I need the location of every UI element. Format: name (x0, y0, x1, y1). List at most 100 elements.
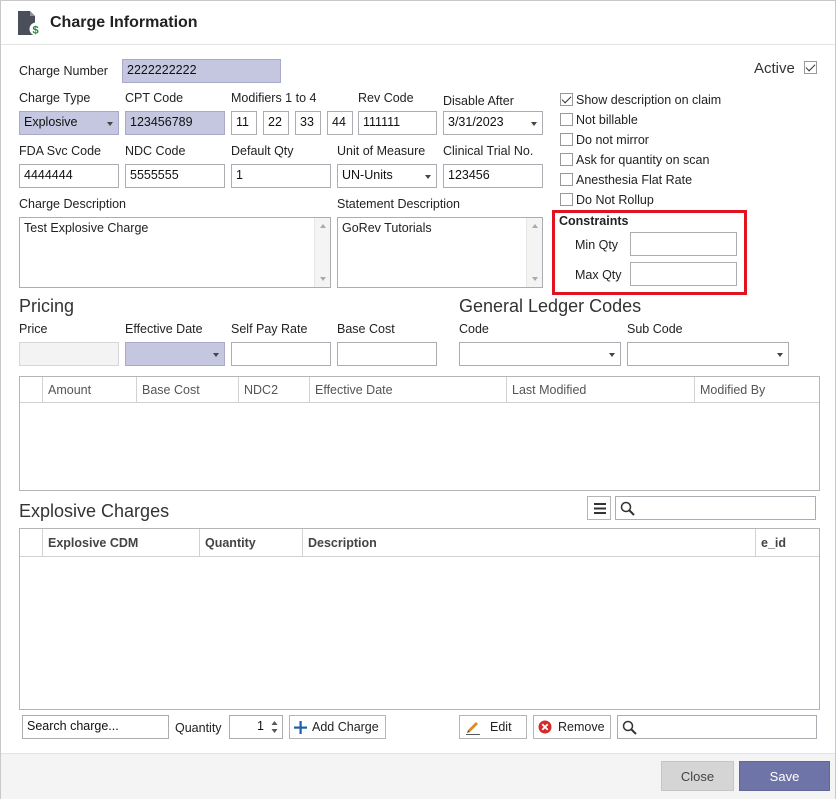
column-header[interactable]: Effective Date (309, 377, 507, 403)
column-header[interactable]: Modified By (694, 377, 819, 403)
stepper-arrows-icon[interactable] (271, 720, 278, 737)
active-checkbox[interactable] (804, 61, 817, 74)
column-header[interactable]: Base Cost (136, 377, 240, 403)
explosive-search-field[interactable] (615, 496, 816, 520)
search-charge-input[interactable]: Search charge... (22, 715, 169, 739)
edit-label: Edit (490, 720, 512, 734)
charge-information-dialog: $ Charge Information Active Charge Numbe… (0, 0, 836, 799)
scrollbar[interactable] (314, 218, 330, 287)
explosive-charges-grid[interactable]: Explosive CDM Quantity Description e_id (19, 528, 820, 710)
do-not-rollup-label[interactable]: Do Not Rollup (576, 193, 654, 207)
price-label: Price (19, 322, 48, 336)
max-qty-field[interactable] (630, 262, 737, 286)
charge-description-textarea[interactable]: Test Explosive Charge (19, 217, 331, 288)
search-icon (620, 501, 635, 519)
column-header[interactable]: e_id (755, 529, 819, 557)
edit-button[interactable]: Edit (459, 715, 527, 739)
quantity-stepper[interactable]: 1 (229, 715, 283, 739)
do-not-rollup-checkbox[interactable] (560, 193, 573, 206)
disable-after-datepicker[interactable]: 3/31/2023 (443, 111, 543, 135)
ask-quantity-checkbox[interactable] (560, 153, 573, 166)
unit-of-measure-select[interactable]: UN-Units (337, 164, 437, 188)
remove-button[interactable]: Remove (533, 715, 611, 739)
charge-type-value: Explosive (24, 115, 78, 129)
statement-description-label: Statement Description (337, 197, 460, 211)
anesthesia-flat-rate-label[interactable]: Anesthesia Flat Rate (576, 173, 692, 187)
modifier-3-field[interactable]: 33 (295, 111, 321, 135)
disable-after-value: 3/31/2023 (448, 115, 504, 129)
save-button[interactable]: Save (739, 761, 830, 791)
show-description-label[interactable]: Show description on claim (576, 93, 721, 107)
close-button[interactable]: Close (661, 761, 734, 791)
unit-of-measure-label: Unit of Measure (337, 144, 426, 158)
rev-code-field[interactable]: 111111 (358, 111, 437, 135)
statement-description-value: GoRev Tutorials (342, 221, 432, 235)
column-header[interactable]: NDC2 (238, 377, 308, 403)
not-billable-checkbox[interactable] (560, 113, 573, 126)
max-qty-label: Max Qty (575, 268, 622, 282)
anesthesia-flat-rate-checkbox[interactable] (560, 173, 573, 186)
menu-icon (594, 503, 606, 517)
effective-date-label: Effective Date (125, 322, 203, 336)
dialog-footer: Close Save (1, 753, 835, 799)
base-cost-field[interactable] (337, 342, 437, 366)
charge-number-field[interactable]: 2222222222 (122, 59, 281, 83)
chevron-down-icon (425, 175, 431, 179)
quantity-label: Quantity (175, 721, 222, 735)
chevron-down-icon (107, 122, 113, 126)
chevron-down-icon (777, 353, 783, 357)
column-header[interactable]: Quantity (199, 529, 303, 557)
statement-description-textarea[interactable]: GoRev Tutorials (337, 217, 543, 288)
modifier-1-field[interactable]: 11 (231, 111, 257, 135)
column-header[interactable]: Last Modified (506, 377, 696, 403)
modifier-2-field[interactable]: 22 (263, 111, 289, 135)
ndc-code-label: NDC Code (125, 144, 186, 158)
show-description-checkbox[interactable] (560, 93, 573, 106)
chevron-down-icon (213, 353, 219, 357)
unit-of-measure-value: UN-Units (342, 168, 393, 182)
column-header[interactable]: Description (302, 529, 756, 557)
effective-date-select[interactable] (125, 342, 225, 366)
min-qty-label: Min Qty (575, 238, 619, 252)
bottom-search-field[interactable] (617, 715, 817, 739)
fda-svc-code-field[interactable]: 4444444 (19, 164, 119, 188)
default-qty-field[interactable]: 1 (231, 164, 331, 188)
column-menu-button[interactable] (587, 496, 611, 520)
title-bar: $ Charge Information (1, 1, 835, 45)
gl-codes-title: General Ledger Codes (459, 296, 642, 316)
fda-svc-code-label: FDA Svc Code (19, 144, 101, 158)
modifier-4-field[interactable]: 44 (327, 111, 353, 135)
cpt-code-label: CPT Code (125, 91, 184, 105)
cpt-code-field[interactable]: 123456789 (125, 111, 225, 135)
add-charge-button[interactable]: Add Charge (289, 715, 386, 739)
chevron-down-icon (531, 122, 537, 126)
column-header[interactable]: Amount (42, 377, 136, 403)
charge-type-select[interactable]: Explosive (19, 111, 119, 135)
rev-code-label: Rev Code (358, 91, 414, 105)
column-header[interactable]: Explosive CDM (42, 529, 200, 557)
price-field[interactable] (19, 342, 119, 366)
do-not-mirror-label[interactable]: Do not mirror (576, 133, 649, 147)
charge-description-value: Test Explosive Charge (24, 221, 149, 235)
pencil-icon (465, 720, 481, 738)
ask-quantity-label[interactable]: Ask for quantity on scan (576, 153, 709, 167)
clinical-trial-field[interactable]: 123456 (443, 164, 543, 188)
search-icon (622, 720, 637, 738)
not-billable-label[interactable]: Not billable (576, 113, 638, 127)
clinical-trial-label: Clinical Trial No. (443, 144, 534, 158)
remove-icon (538, 720, 552, 737)
charge-document-icon: $ (17, 10, 43, 38)
default-qty-label: Default Qty (231, 144, 294, 158)
charge-number-label: Charge Number (19, 64, 108, 78)
scrollbar[interactable] (526, 218, 542, 287)
modifiers-label: Modifiers 1 to 4 (231, 91, 317, 105)
min-qty-field[interactable] (630, 232, 737, 256)
quantity-value: 1 (257, 719, 264, 733)
gl-code-select[interactable] (459, 342, 621, 366)
ndc-code-field[interactable]: 5555555 (125, 164, 225, 188)
gl-subcode-select[interactable] (627, 342, 789, 366)
do-not-mirror-checkbox[interactable] (560, 133, 573, 146)
self-pay-rate-field[interactable] (231, 342, 331, 366)
disable-after-label: Disable After (443, 94, 514, 108)
pricing-grid[interactable]: Amount Base Cost NDC2 Effective Date Las… (19, 376, 820, 491)
